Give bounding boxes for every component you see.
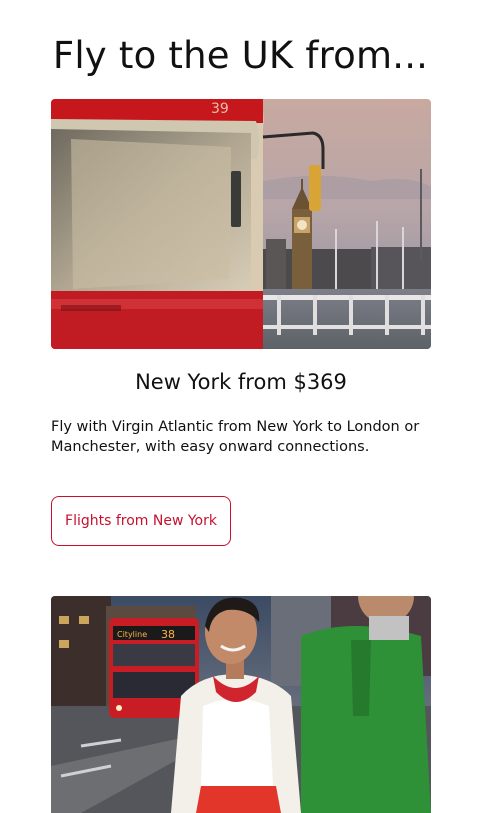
london-street-couple-image: Cityline 38 <box>51 596 431 813</box>
svg-text:39: 39 <box>211 101 229 117</box>
flights-from-new-york-button[interactable]: Flights from New York <box>51 496 231 546</box>
card-description: Fly with Virgin Atlantic from New York t… <box>51 419 420 455</box>
london-big-ben-image: 39 <box>51 99 431 349</box>
svg-text:Cityline: Cityline <box>117 630 147 639</box>
page-title: Fly to the UK from... <box>52 34 429 77</box>
bus-route-number: 38 <box>161 628 175 641</box>
card-title: New York from $369 <box>135 370 347 394</box>
